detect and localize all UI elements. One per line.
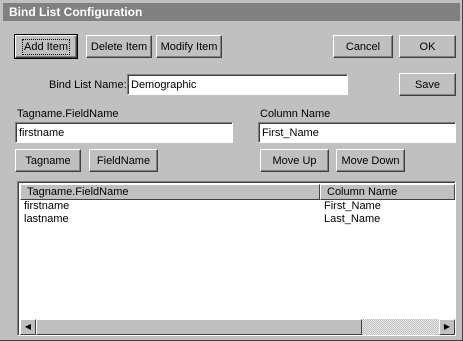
add-item-button[interactable]: Add Item	[14, 34, 78, 59]
save-button[interactable]: Save	[399, 73, 456, 96]
modify-item-button[interactable]: Modify Item	[156, 35, 222, 58]
add-item-label: Add Item	[21, 38, 71, 55]
table-body: firstname First_Name lastname Last_Name	[20, 200, 455, 226]
bind-list-table[interactable]: Tagname.FieldName Column Name firstname …	[17, 181, 456, 336]
move-down-button[interactable]: Move Down	[336, 149, 405, 172]
table-cell-tagname: firstname	[24, 200, 70, 212]
table-header: Tagname.FieldName Column Name	[20, 184, 455, 200]
column-header-column-name[interactable]: Column Name	[320, 184, 455, 200]
table-row[interactable]: firstname First_Name	[20, 200, 455, 213]
delete-item-button[interactable]: Delete Item	[86, 35, 152, 58]
window-title: Bind List Configuration	[3, 3, 460, 21]
arrow-right-icon[interactable]: ▶	[439, 319, 455, 335]
column-name-label: Column Name	[260, 108, 331, 120]
bind-list-name-input[interactable]	[127, 74, 348, 95]
move-up-button[interactable]: Move Up	[260, 149, 329, 172]
scrollbar-thumb[interactable]	[36, 319, 362, 335]
bind-list-configuration-dialog: Bind List Configuration Add Item Delete …	[0, 0, 463, 341]
table-row[interactable]: lastname Last_Name	[20, 213, 455, 226]
horizontal-scrollbar[interactable]: ◀ ▶	[20, 319, 455, 335]
column-name-input[interactable]	[258, 122, 456, 143]
table-cell-column-name: Last_Name	[324, 213, 381, 225]
tagname-button[interactable]: Tagname	[15, 149, 81, 172]
cancel-button[interactable]: Cancel	[333, 35, 393, 58]
bind-list-name-label: Bind List Name:	[49, 79, 127, 91]
ok-button[interactable]: OK	[399, 35, 456, 58]
column-header-tagname[interactable]: Tagname.FieldName	[20, 184, 320, 200]
table-cell-tagname: lastname	[24, 213, 69, 225]
arrow-left-icon[interactable]: ◀	[20, 319, 36, 335]
table-cell-column-name: First_Name	[324, 200, 381, 212]
tagname-fieldname-label: Tagname.FieldName	[17, 108, 119, 120]
tagname-fieldname-input[interactable]	[15, 122, 233, 143]
fieldname-button[interactable]: FieldName	[89, 149, 158, 172]
